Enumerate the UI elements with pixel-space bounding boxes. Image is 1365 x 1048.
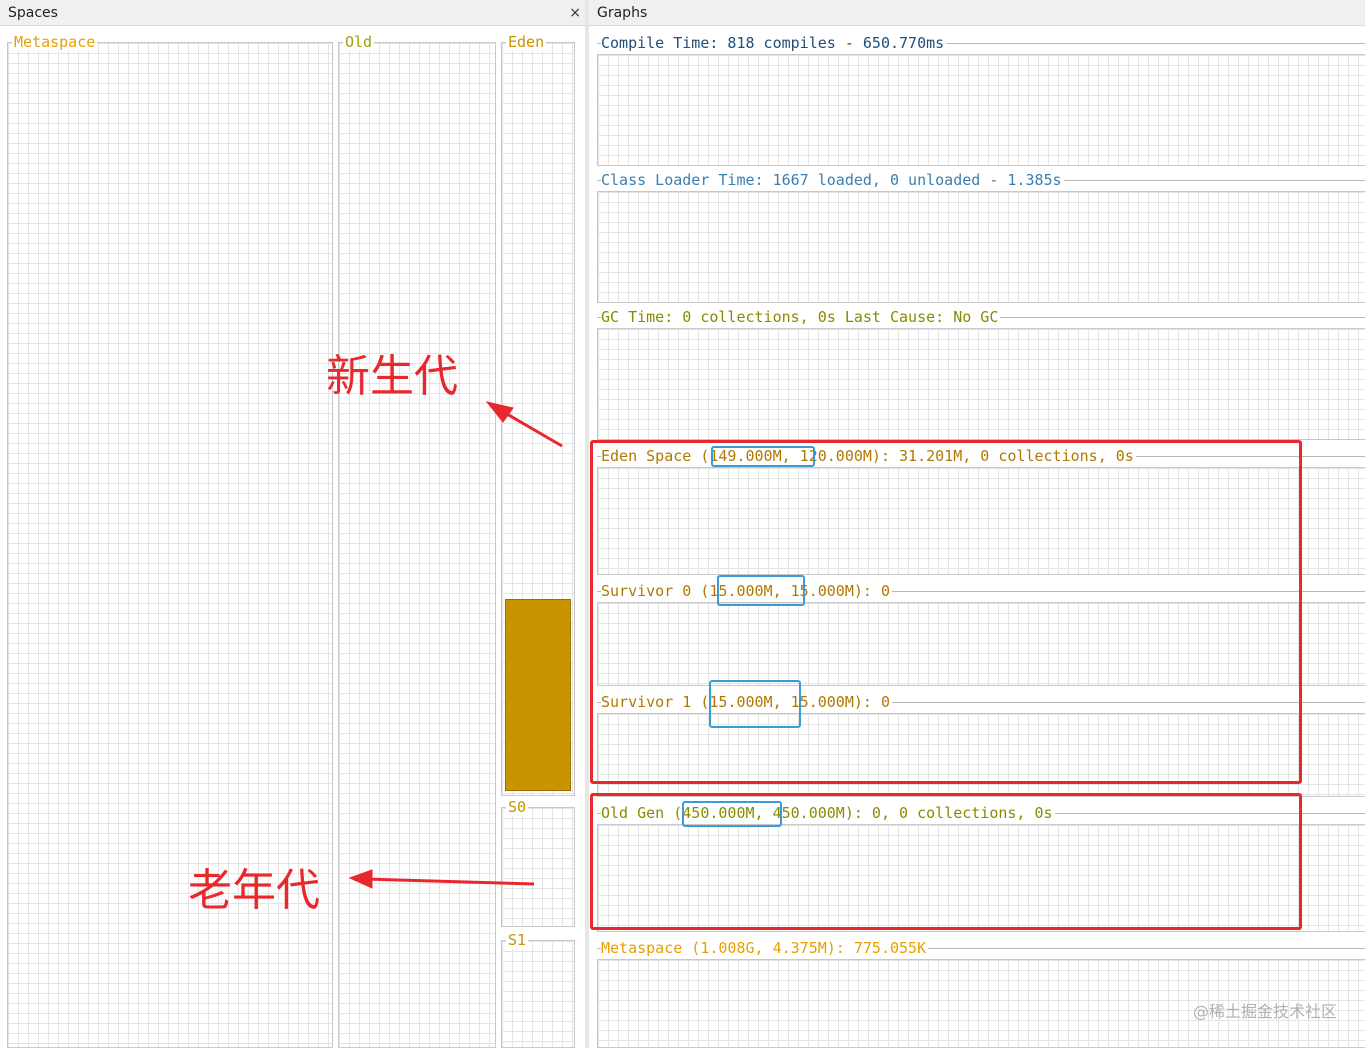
- watermark: @稀土掘金技术社区: [1192, 1002, 1337, 1021]
- young-gen-arrow: [485, 401, 563, 448]
- old-gen-arrow: [348, 869, 535, 889]
- annotation-arrows: [348, 401, 563, 889]
